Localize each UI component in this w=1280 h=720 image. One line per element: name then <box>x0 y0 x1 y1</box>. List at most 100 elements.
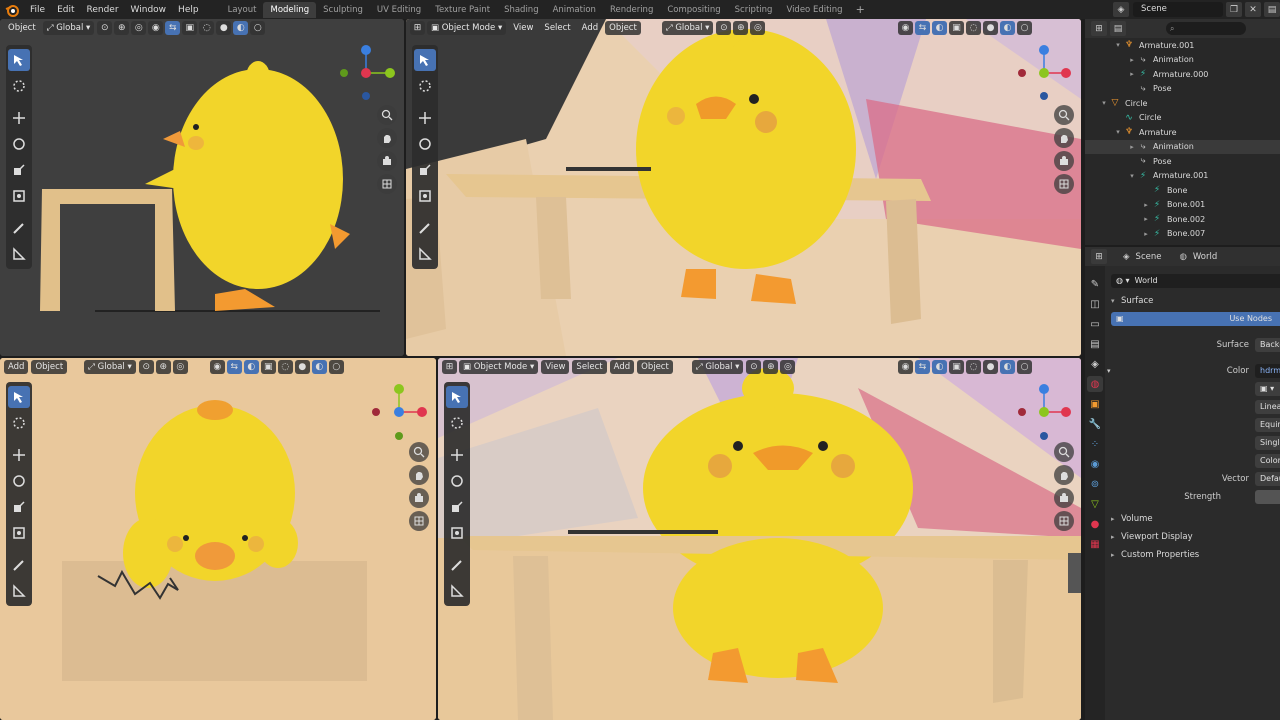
grid-icon[interactable] <box>1054 174 1074 194</box>
display-mode-icon[interactable]: ▤ <box>1110 21 1126 36</box>
snap-icon[interactable]: ⊕ <box>763 360 779 374</box>
select-menu[interactable]: Select <box>572 360 607 374</box>
scale-tool-icon[interactable] <box>414 159 436 181</box>
render-shading-icon[interactable]: ○ <box>1017 360 1032 374</box>
xray-icon[interactable]: ▣ <box>949 360 964 374</box>
measure-tool-icon[interactable] <box>8 243 30 265</box>
measure-tool-icon[interactable] <box>414 243 436 265</box>
cursor-tool-icon[interactable] <box>8 75 30 97</box>
editor-type-icon[interactable]: ⊞ <box>410 21 425 35</box>
disclosure-icon[interactable]: ▾ <box>1099 99 1109 107</box>
pan-hand-icon[interactable] <box>377 128 397 148</box>
tab-video-editing[interactable]: Video Editing <box>779 2 849 18</box>
select-box-tool-icon[interactable] <box>8 49 30 71</box>
render-tab-icon[interactable]: ◫ <box>1087 296 1103 312</box>
tab-scripting[interactable]: Scripting <box>728 2 780 18</box>
annotate-tool-icon[interactable] <box>8 217 30 239</box>
vector-field[interactable]: Default <box>1255 472 1280 486</box>
snap-icon[interactable]: ⊕ <box>733 21 749 35</box>
material-shading-icon[interactable]: ◐ <box>233 21 249 35</box>
xray-icon[interactable]: ▣ <box>949 21 964 35</box>
render-shading-icon[interactable]: ○ <box>328 360 344 374</box>
orientation-dropdown[interactable]: ⤢ Global ▾ <box>84 360 136 374</box>
move-tool-icon[interactable] <box>414 107 436 129</box>
disclosure-icon[interactable]: ▾ <box>1113 41 1123 49</box>
volume-section-header[interactable]: ▸ Volume <box>1107 510 1280 528</box>
texture-tab-icon[interactable]: ▦ <box>1087 536 1103 552</box>
solid-shading-icon[interactable]: ● <box>983 360 998 374</box>
disclosure-icon[interactable]: ▸ <box>1141 215 1151 223</box>
gizmo-icon[interactable]: ⇆ <box>226 360 242 374</box>
scene-name-field[interactable]: Scene <box>1133 2 1223 17</box>
add-menu[interactable]: Add <box>578 21 602 35</box>
menu-edit[interactable]: Edit <box>51 5 80 15</box>
axis-gizmo-br[interactable] <box>1014 380 1078 443</box>
data-tab-icon[interactable]: ▽ <box>1087 496 1103 512</box>
rotate-tool-icon[interactable] <box>446 470 468 492</box>
cursor-tool-icon[interactable] <box>446 412 468 434</box>
transform-tool-icon[interactable] <box>446 522 468 544</box>
visibility-icon[interactable]: ◉ <box>209 360 225 374</box>
cursor-tool-icon[interactable] <box>8 412 30 434</box>
outliner-row[interactable]: ⤷ Pose <box>1085 154 1280 169</box>
tab-compositing[interactable]: Compositing <box>660 2 727 18</box>
zoom-icon[interactable] <box>1054 442 1074 462</box>
view-menu[interactable]: View <box>541 360 570 374</box>
axis-gizmo-bl[interactable] <box>368 380 432 443</box>
view-menu[interactable]: View <box>509 21 537 35</box>
outliner-row[interactable]: ⤷ Pose <box>1085 82 1280 97</box>
outliner-row[interactable]: ▾ ▽ Circle <box>1085 96 1280 111</box>
color-field[interactable]: hdrmap <box>1255 364 1280 378</box>
outliner-row[interactable]: ▾ ⚡ Armature.001 <box>1085 169 1280 184</box>
grid-icon[interactable] <box>1054 511 1074 531</box>
view-layer-tab-icon[interactable]: ▤ <box>1087 336 1103 352</box>
scene-tab-icon[interactable]: ◈ <box>1087 356 1103 372</box>
menu-help[interactable]: Help <box>172 5 205 15</box>
move-tool-icon[interactable] <box>8 444 30 466</box>
select-box-tool-icon[interactable] <box>446 386 468 408</box>
axis-gizmo-tl[interactable] <box>338 43 402 106</box>
wireframe-shading-icon[interactable]: ◌ <box>966 21 981 35</box>
overlay-icon[interactable]: ◐ <box>243 360 259 374</box>
properties-editor[interactable]: ⊞ ◈ Scene ◍ World ✎ ◫ ▭ ▤ ◈ ◍ ▣ 🔧 ⁘ ◉ ⊚ … <box>1085 247 1280 720</box>
outliner-row[interactable]: ▸ ⚡ Bone.007 <box>1085 227 1280 242</box>
wireframe-shading-icon[interactable]: ◌ <box>199 21 215 35</box>
transform-tool-icon[interactable] <box>414 185 436 207</box>
move-tool-icon[interactable] <box>446 444 468 466</box>
viewport-bottom-right[interactable]: ⊞ ▣ Object Mode ▾ View Select Add Object… <box>438 358 1081 720</box>
axis-gizmo-tr[interactable] <box>1014 43 1078 106</box>
physics-tab-icon[interactable]: ◉ <box>1087 456 1103 472</box>
rotate-tool-icon[interactable] <box>414 133 436 155</box>
outliner-row[interactable]: ▾ ♆ Armature.001 <box>1085 38 1280 53</box>
scale-tool-icon[interactable] <box>446 496 468 518</box>
zoom-icon[interactable] <box>377 105 397 125</box>
proportional-icon[interactable]: ◎ <box>750 21 766 35</box>
add-workspace-button[interactable]: + <box>850 3 871 16</box>
outliner-row[interactable]: ▸ ⤷ Animation <box>1085 53 1280 68</box>
scale-tool-icon[interactable] <box>8 496 30 518</box>
editor-type-icon[interactable]: ⊞ <box>1091 249 1107 264</box>
expand-icon[interactable]: ▾ <box>1107 367 1117 375</box>
overlay-icon[interactable]: ◐ <box>932 360 947 374</box>
pan-hand-icon[interactable] <box>1054 128 1074 148</box>
outliner[interactable]: ⊞ ▤ ⌕ ▾ ♆ Armature.001 ▸ ⤷ Animation ▸ ⚡ Armatur… <box>1085 19 1280 245</box>
camera-icon[interactable] <box>409 488 429 508</box>
disclosure-icon[interactable]: ▸ <box>1127 143 1137 151</box>
pivot-icon[interactable]: ⊙ <box>746 360 762 374</box>
particles-tab-icon[interactable]: ⁘ <box>1087 436 1103 452</box>
outliner-row[interactable]: ▾ ♆ Armature <box>1085 125 1280 140</box>
outliner-row[interactable]: ∿ Circle <box>1085 111 1280 126</box>
camera-icon[interactable] <box>1054 488 1074 508</box>
source-dropdown[interactable]: Single I <box>1255 436 1280 450</box>
projection-dropdown[interactable]: Equirec <box>1255 418 1280 432</box>
proportional-icon[interactable]: ◎ <box>172 360 188 374</box>
color-space-dropdown[interactable]: Color S <box>1255 454 1280 468</box>
disclosure-icon[interactable]: ▾ <box>1127 172 1137 180</box>
annotate-tool-icon[interactable] <box>446 554 468 576</box>
camera-icon[interactable] <box>1054 151 1074 171</box>
outliner-row[interactable]: ▸ ⚡ Armature.000 <box>1085 67 1280 82</box>
outliner-row[interactable]: ▸ ⤷ Animation <box>1085 139 1280 154</box>
select-box-tool-icon[interactable] <box>8 386 30 408</box>
mode-dropdown[interactable]: ▣ Object Mode ▾ <box>427 21 507 35</box>
orientation-dropdown[interactable]: ⤢ Global ▾ <box>661 21 714 35</box>
